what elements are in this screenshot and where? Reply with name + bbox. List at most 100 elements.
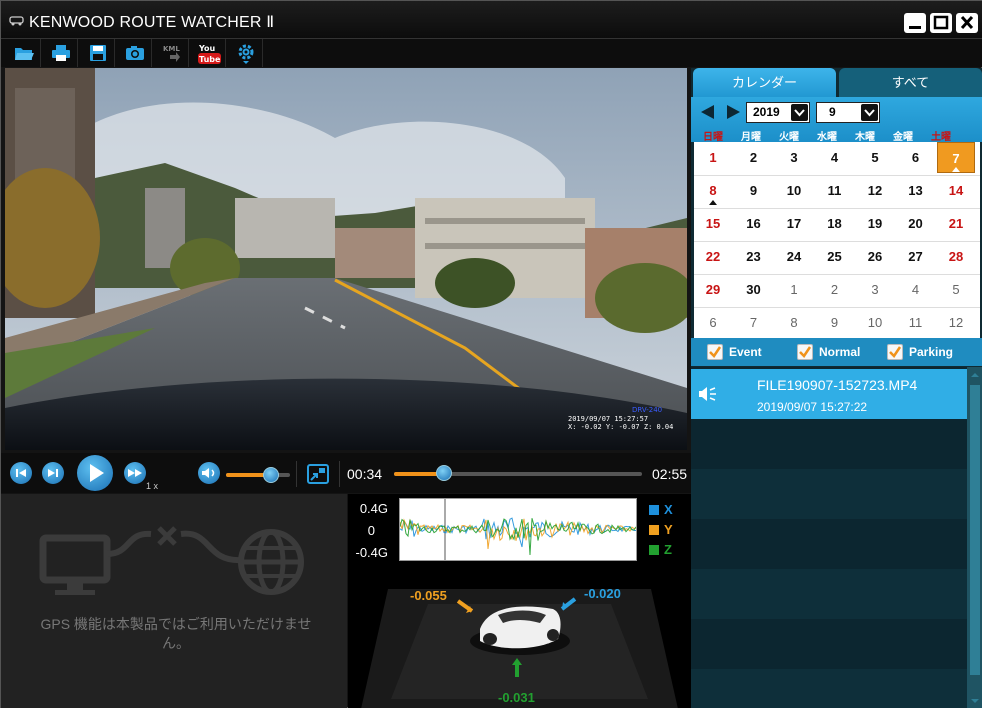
player-controls: 1 x 00:34 02:55 <box>1 453 691 493</box>
weekday-label: 金曜 <box>893 132 913 143</box>
minimize-button[interactable] <box>904 13 926 33</box>
calendar-day[interactable]: 2 <box>816 274 854 306</box>
calendar-day[interactable]: 18 <box>816 208 854 240</box>
save-button[interactable] <box>79 39 115 67</box>
close-button[interactable] <box>956 13 978 33</box>
file-list-item[interactable]: FILE190907-152723.MP4 2019/09/07 15:27:2… <box>691 369 967 419</box>
previous-file-button[interactable] <box>10 462 32 484</box>
calendar-day[interactable]: 1 <box>775 274 813 306</box>
calendar-day[interactable]: 22 <box>694 241 732 273</box>
checkmark-icon <box>799 346 812 358</box>
calendar-day[interactable]: 28 <box>937 241 975 273</box>
calendar-day[interactable]: 4 <box>897 274 935 306</box>
calendar-day[interactable]: 6 <box>897 142 935 174</box>
calendar-day[interactable]: 5 <box>937 274 975 306</box>
seek-bar[interactable] <box>394 472 642 476</box>
print-button[interactable] <box>42 39 78 67</box>
calendar-day[interactable]: 9 <box>816 307 854 339</box>
skip-next-icon <box>48 469 58 477</box>
y-axis-value: -0.055 <box>410 588 447 603</box>
fast-forward-button[interactable] <box>124 462 146 484</box>
next-file-button[interactable] <box>42 462 64 484</box>
month-select[interactable]: 9 <box>816 102 880 123</box>
osd-timestamp: 2019/09/07 15:27:57 X: -0.02 Y: -0.07 Z:… <box>568 415 673 431</box>
calendar-day[interactable]: 2 <box>735 142 773 174</box>
maximize-button[interactable] <box>930 13 952 33</box>
video-frame[interactable]: DRV-240 2019/09/07 15:27:57 X: -0.02 Y: … <box>5 68 687 450</box>
youtube-button[interactable]: You Tube <box>190 39 226 67</box>
scroll-up-icon[interactable] <box>967 369 982 381</box>
volume-knob[interactable] <box>262 467 279 483</box>
empty-row <box>691 519 967 569</box>
acceleration-graph[interactable] <box>399 498 637 561</box>
calendar-day[interactable]: 7 <box>735 307 773 339</box>
calendar-day[interactable]: 29 <box>694 274 732 306</box>
legend-z: Z <box>649 542 672 557</box>
calendar-day[interactable]: 13 <box>897 175 935 207</box>
legend-y-swatch <box>649 525 659 535</box>
fullscreen-icon <box>310 468 325 481</box>
calendar-header: 2019 9 日曜 月曜 火曜 水曜 木曜 金曜 土曜 <box>691 97 982 143</box>
calendar-day[interactable]: 24 <box>775 241 813 273</box>
year-select[interactable]: 2019 <box>746 102 810 123</box>
scroll-thumb[interactable] <box>970 385 980 675</box>
file-list-scrollbar[interactable] <box>967 367 982 708</box>
calendar-day[interactable]: 11 <box>897 307 935 339</box>
calendar-day[interactable]: 20 <box>897 208 935 240</box>
kml-export-button[interactable]: KML <box>153 39 189 67</box>
gps-unavailable-message: GPS 機能は本製品ではご利用いただけません。 <box>40 616 312 651</box>
cable <box>180 530 242 564</box>
camera-icon <box>126 46 144 60</box>
calendar-day[interactable]: 12 <box>856 175 894 207</box>
calendar-day[interactable]: 6 <box>694 307 732 339</box>
calendar-day[interactable]: 14 <box>937 175 975 207</box>
calendar-day[interactable]: 3 <box>775 142 813 174</box>
calendar-day[interactable]: 27 <box>897 241 935 273</box>
calendar-day[interactable]: 19 <box>856 208 894 240</box>
calendar-day[interactable]: 26 <box>856 241 894 273</box>
volume-slider[interactable] <box>226 473 290 477</box>
total-time: 02:55 <box>652 466 688 482</box>
calendar-day[interactable]: 10 <box>775 175 813 207</box>
calendar-day[interactable]: 5 <box>856 142 894 174</box>
calendar-day[interactable]: 4 <box>816 142 854 174</box>
speaker-icon <box>202 468 215 478</box>
calendar-day[interactable]: 16 <box>735 208 773 240</box>
calendar-day[interactable]: 17 <box>775 208 813 240</box>
calendar-day[interactable]: 10 <box>856 307 894 339</box>
acceleration-waveform <box>399 499 637 560</box>
normal-checkbox[interactable] <box>797 344 813 360</box>
year-value: 2019 <box>753 105 780 119</box>
calendar-day[interactable]: 21 <box>937 208 975 240</box>
tab-all[interactable]: すべて <box>839 68 982 97</box>
fullscreen-button[interactable] <box>307 464 329 484</box>
scroll-down-icon[interactable] <box>967 695 982 707</box>
osd-line-1: 2019/09/07 15:27:57 <box>568 415 649 423</box>
recording-marker-icon <box>952 167 960 172</box>
osd-brand: DRV-240 <box>632 406 663 414</box>
next-month-icon[interactable] <box>726 105 740 119</box>
seek-knob[interactable] <box>435 465 452 481</box>
graph-top-label: 0.4G <box>359 501 388 516</box>
playback-speed: 1 x <box>146 481 159 491</box>
tab-calendar[interactable]: カレンダー <box>693 68 836 97</box>
settings-button[interactable] <box>227 39 263 67</box>
calendar-day[interactable]: 9 <box>735 175 773 207</box>
volume-button[interactable] <box>198 462 220 484</box>
calendar-day[interactable]: 30 <box>735 274 773 306</box>
calendar-day[interactable]: 12 <box>937 307 975 339</box>
calendar-day[interactable]: 3 <box>856 274 894 306</box>
camera-button[interactable] <box>116 39 152 67</box>
open-folder-button[interactable] <box>5 39 41 67</box>
play-button[interactable] <box>77 455 113 491</box>
calendar-day[interactable]: 25 <box>816 241 854 273</box>
parking-checkbox[interactable] <box>887 344 903 360</box>
calendar-day[interactable]: 11 <box>816 175 854 207</box>
event-checkbox[interactable] <box>707 344 723 360</box>
calendar-day[interactable]: 23 <box>735 241 773 273</box>
calendar-day[interactable]: 1 <box>694 142 732 174</box>
dashcam-scene <box>5 68 687 450</box>
previous-month-icon[interactable] <box>701 105 715 119</box>
calendar-day[interactable]: 8 <box>775 307 813 339</box>
calendar-day[interactable]: 15 <box>694 208 732 240</box>
